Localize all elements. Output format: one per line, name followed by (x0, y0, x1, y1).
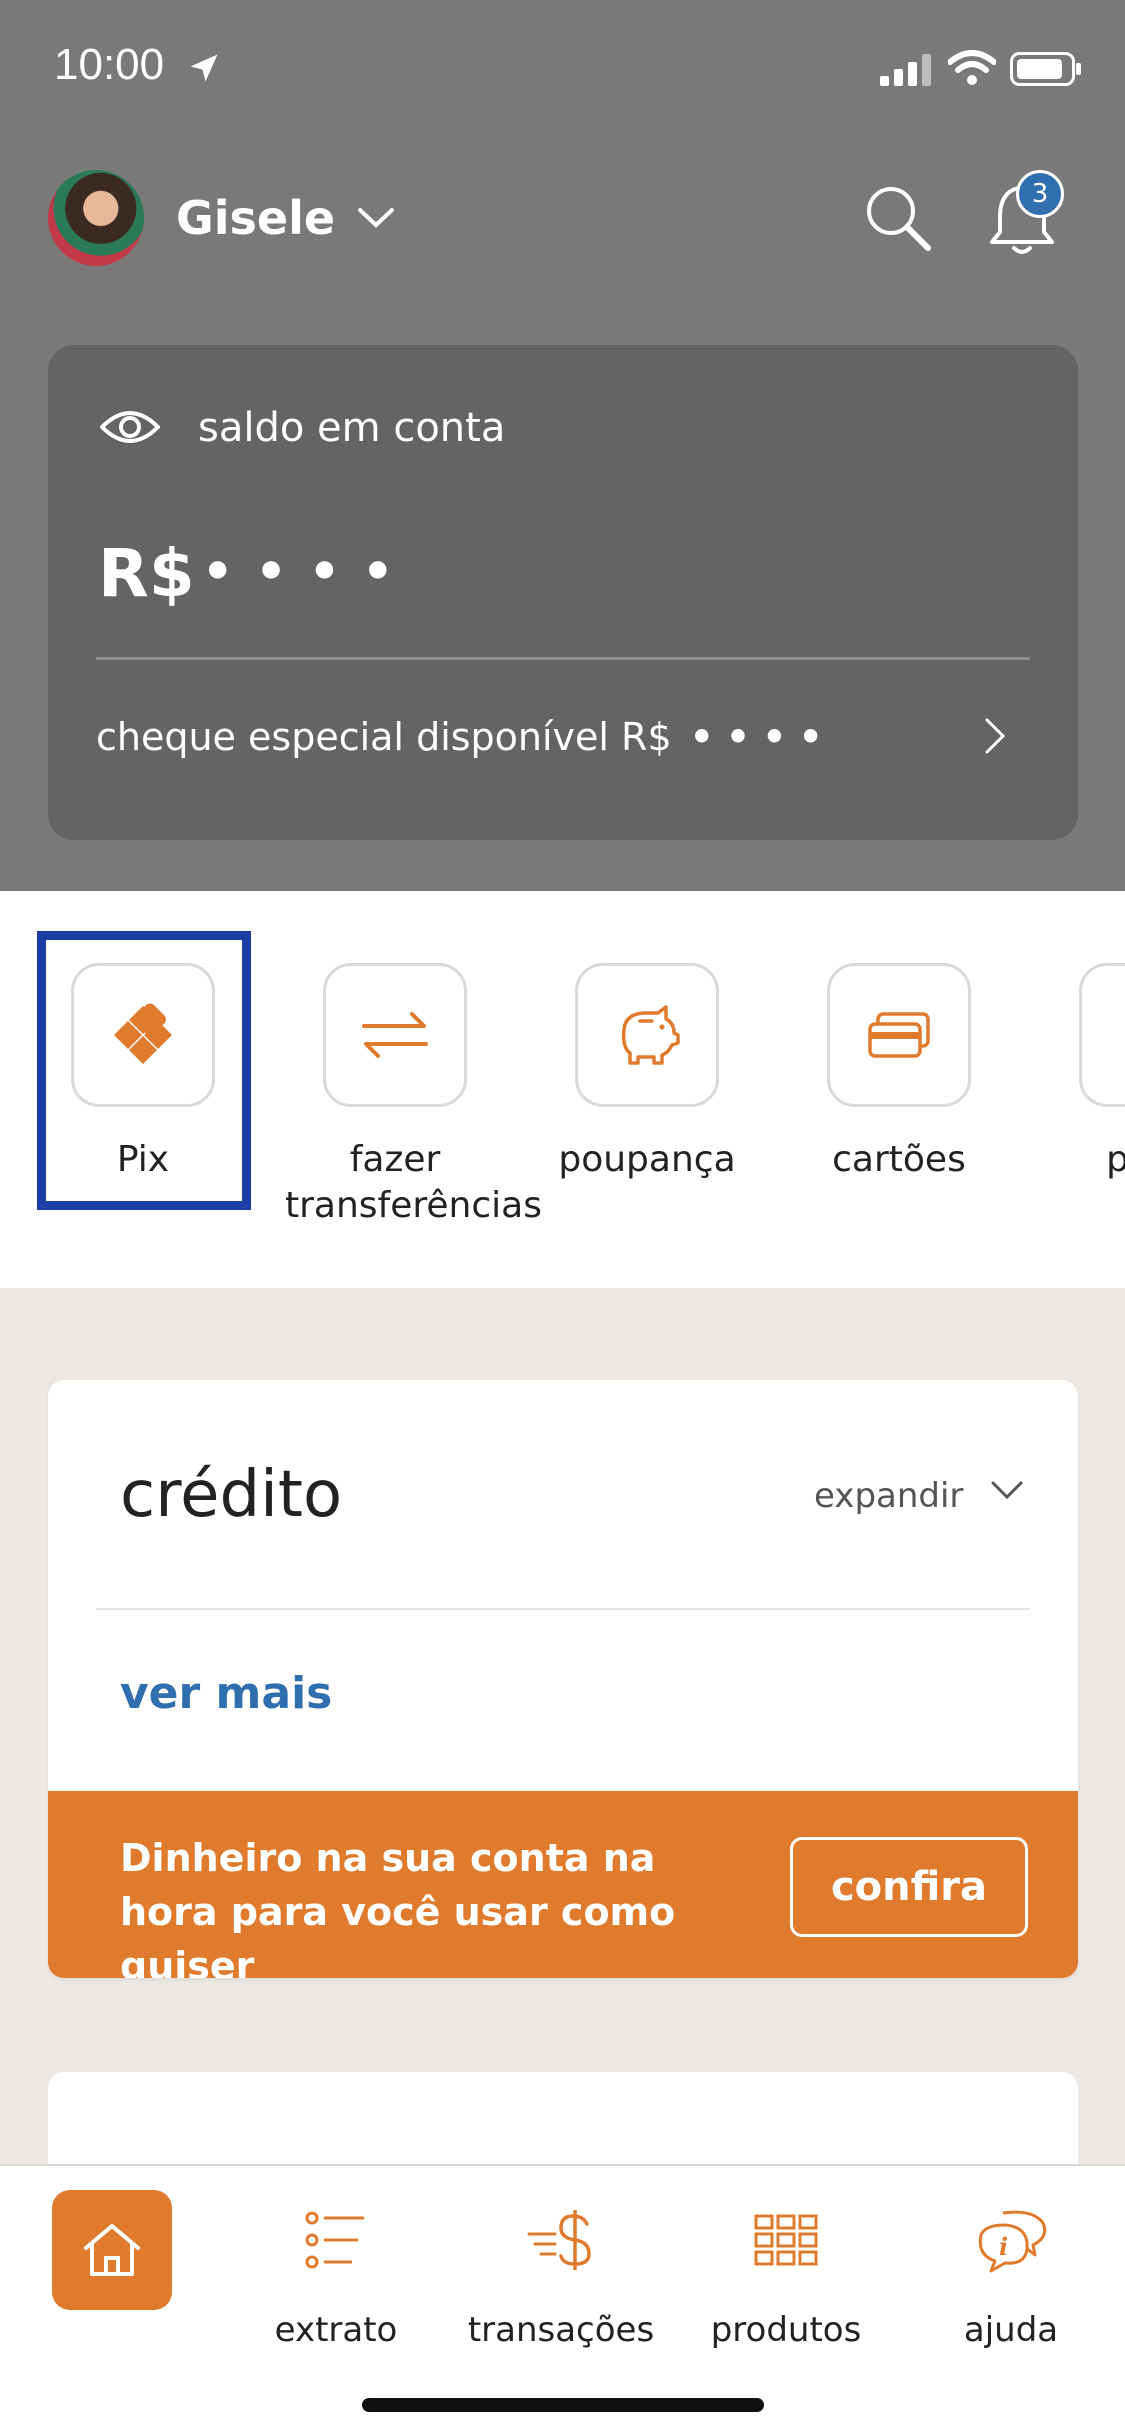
divider (96, 657, 1030, 660)
shortcut-label: paga (1106, 1139, 1125, 1180)
eye-icon[interactable] (100, 407, 160, 447)
nav-transactions[interactable]: transações (461, 2190, 661, 2350)
notification-badge: 3 (1016, 170, 1064, 218)
shortcut-cards-box[interactable] (827, 963, 971, 1107)
shortcut-savings-box[interactable] (575, 963, 719, 1107)
cards-icon (868, 1012, 930, 1058)
balance-masked-value: •••• (200, 537, 414, 607)
shortcut-transfers[interactable]: fazer transferências (285, 963, 542, 1229)
promo-banner: Dinheiro na sua conta na hora para você … (48, 1791, 1078, 1978)
shortcut-label: fazer transferências (285, 1139, 542, 1226)
nav-home[interactable] (52, 2190, 172, 2310)
wifi-icon (948, 50, 996, 85)
overdraft-label: cheque especial disponível R$ (96, 715, 672, 759)
shortcut-payments[interactable]: paga (1041, 963, 1125, 1183)
statement-icon (305, 2211, 364, 2269)
shortcut-label: poupança (558, 1139, 736, 1180)
header-area: 10:00 Gisele 3 saldo em conta R$ •••• ch… (0, 0, 1125, 891)
nav-label: transações (467, 2310, 655, 2350)
expand-button[interactable]: expandir (814, 1476, 963, 1516)
search-icon[interactable] (860, 180, 936, 256)
nav-help[interactable]: i ajuda (911, 2190, 1111, 2350)
overdraft-row[interactable]: cheque especial disponível R$ •••• (96, 715, 835, 759)
piggy-bank-icon (621, 1005, 680, 1065)
nav-label: extrato (274, 2310, 398, 2350)
location-arrow-icon (190, 54, 218, 82)
transactions-icon (527, 2210, 591, 2270)
overdraft-masked-value: •••• (689, 715, 835, 759)
balance-currency: R$ (98, 535, 195, 612)
divider (96, 1608, 1030, 1610)
profile-selector[interactable]: Gisele (48, 168, 395, 268)
user-name: Gisele (176, 191, 336, 245)
status-bar: 10:00 (0, 0, 1125, 140)
see-more-link[interactable]: ver mais (120, 1668, 332, 1719)
help-icon: i (978, 2210, 1047, 2273)
home-indicator (362, 2398, 764, 2412)
home-icon (84, 2224, 140, 2276)
chevron-down-icon (358, 208, 395, 228)
status-time: 10:00 (54, 40, 165, 89)
nav-products[interactable]: produtos (686, 2190, 886, 2350)
avatar[interactable] (48, 170, 144, 266)
battery-icon (1010, 52, 1081, 86)
svg-text:i: i (999, 2232, 1008, 2261)
cellular-signal-icon (880, 54, 931, 86)
balance-card: saldo em conta R$ •••• cheque especial d… (48, 345, 1078, 840)
nav-label: produtos (710, 2310, 862, 2350)
nav-statement[interactable]: extrato (236, 2190, 436, 2350)
credit-card: crédito expandir ver mais Dinheiro na su… (48, 1380, 1078, 1978)
shortcuts-row: Pix fazer transferências poupança cartõe… (0, 891, 1125, 1288)
products-icon (754, 2214, 818, 2266)
balance-label: saldo em conta (198, 405, 506, 451)
shortcut-payments-box[interactable] (1079, 963, 1125, 1107)
shortcut-cards[interactable]: cartões (789, 963, 1009, 1183)
promo-cta-button[interactable]: confira (790, 1837, 1028, 1937)
promo-text: Dinheiro na sua conta na hora para você … (120, 1836, 676, 1978)
nav-label: ajuda (963, 2310, 1059, 2350)
chevron-down-icon[interactable] (990, 1480, 1024, 1502)
shortcut-label: cartões (832, 1139, 966, 1180)
transfer-icon (362, 1012, 428, 1058)
shortcut-transfers-box[interactable] (323, 963, 467, 1107)
pix-highlight-frame (37, 931, 251, 1210)
chevron-right-icon[interactable] (984, 717, 1006, 755)
bottom-nav: extrato transações produtos i ajuda (0, 2164, 1125, 2436)
shortcut-savings[interactable]: poupança (537, 963, 757, 1183)
credit-title: crédito (120, 1458, 343, 1532)
payment-icon (1121, 1005, 1125, 1065)
